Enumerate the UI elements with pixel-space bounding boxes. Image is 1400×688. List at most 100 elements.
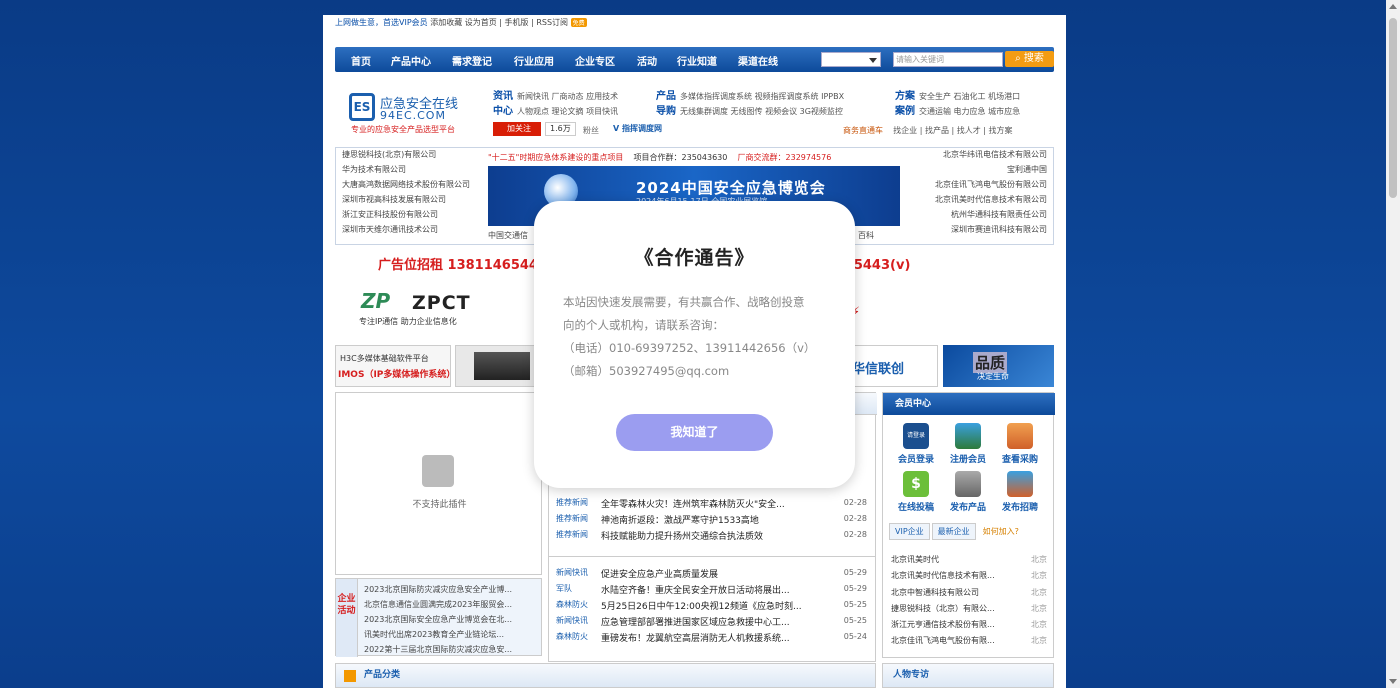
- category-links[interactable]: 交通运输 电力应急 城市应急: [919, 107, 1020, 116]
- scroll-down-icon[interactable]: [1389, 679, 1397, 684]
- category-links[interactable]: 无线集群调度 无线图传 视频会议 3G视频监控: [680, 107, 843, 116]
- news-row[interactable]: 新闻快讯 应急管理部部署推进国家区域应急救援中心工... 05-25: [556, 615, 867, 628]
- acknowledge-button[interactable]: 我知道了: [616, 414, 773, 451]
- list-item[interactable]: 北京讯美时代 北京: [891, 552, 1047, 568]
- news-title[interactable]: 科技赋能助力提升扬州交通综合执法质效: [601, 529, 837, 542]
- company-link[interactable]: 深圳市赛迪讯科技有限公司: [935, 222, 1047, 237]
- news-row[interactable]: 新闻快讯 促进安全应急产业高质量发展 05-29: [556, 567, 867, 580]
- category-links[interactable]: 人物观点 理论文摘 项目快讯: [517, 107, 618, 116]
- h3c-ad[interactable]: H3C多媒体基础软件平台 IMOS（IP多媒体操作系统）: [335, 345, 455, 387]
- favorite-link[interactable]: 添加收藏: [430, 18, 462, 27]
- tab-new[interactable]: 最新企业: [931, 523, 976, 540]
- member-center: 会员中心 请登录 会员登录 注册会员 查看采购 $ 在线投稿 发布产品 发布招聘 V…: [882, 392, 1055, 658]
- news-title[interactable]: 5月25日26日中午12:00央视12频道《应急时刻...: [601, 599, 837, 612]
- nav-industry[interactable]: 行业应用: [514, 53, 554, 68]
- company-link[interactable]: 捷思锐科技(北京)有限公司: [342, 147, 470, 162]
- company-name[interactable]: 浙江元亨通信技术股份有限...: [891, 620, 995, 629]
- nav-home[interactable]: 首页: [351, 53, 371, 68]
- company-name[interactable]: 北京讯美时代: [891, 555, 939, 564]
- list-item[interactable]: 北京讯美时代信息技术有限... 北京: [891, 568, 1047, 584]
- category-guide[interactable]: 导购 无线集群调度 无线图传 视频会议 3G视频监控: [656, 102, 843, 117]
- scroll-thumb[interactable]: [1389, 18, 1397, 198]
- category-product[interactable]: 产品 多媒体指挥调度系统 视频指挥调度系统 IPPBX: [656, 87, 844, 102]
- category-links[interactable]: 安全生产 石油化工 机场港口: [919, 92, 1020, 101]
- ad-link[interactable]: 百科: [858, 230, 874, 241]
- news-row[interactable]: 推荐新闻 全年零森林火灾！连州筑牢森林防灭火"安全... 02-28: [556, 497, 867, 510]
- category-news[interactable]: 资讯 新闻快讯 厂商动态 应用技术: [493, 87, 618, 102]
- company-link[interactable]: 深圳市天维尔通讯技术公司: [342, 222, 470, 237]
- tab-join[interactable]: 如何加入?: [978, 524, 1024, 539]
- news-row[interactable]: 推荐新闻 科技赋能助力提升扬州交通综合执法质效 02-28: [556, 529, 867, 542]
- list-item[interactable]: 浙江元亨通信技术股份有限... 北京: [891, 617, 1047, 633]
- view-purchase-button[interactable]: 查看采购: [995, 423, 1045, 465]
- search-button[interactable]: ⌕ 搜索: [1005, 51, 1054, 67]
- list-item[interactable]: 北京中智通科技有限公司 北京: [891, 585, 1047, 601]
- category-links[interactable]: 新闻快讯 厂商动态 应用技术: [517, 92, 618, 101]
- rss-link[interactable]: RSS订阅: [536, 18, 568, 27]
- list-item[interactable]: 捷思锐科技（北京）有限公... 北京: [891, 601, 1047, 617]
- quality-ad[interactable]: 品质 决定生命: [943, 345, 1054, 387]
- nav-events[interactable]: 活动: [637, 53, 657, 68]
- search-category-select[interactable]: [821, 52, 881, 67]
- news-title[interactable]: 全年零森林火灾！连州筑牢森林防灭火"安全...: [601, 497, 837, 510]
- list-item[interactable]: 讯美时代出席2023教育全产业链论坛...: [364, 627, 534, 642]
- nav-products[interactable]: 产品中心: [391, 53, 431, 68]
- nav-demand[interactable]: 需求登记: [452, 53, 492, 68]
- tab-vip[interactable]: VIP企业: [889, 523, 930, 540]
- list-item[interactable]: 北京佳讯飞鸿电气股份有限... 北京: [891, 633, 1047, 649]
- category-solution[interactable]: 方案 安全生产 石油化工 机场港口: [895, 87, 1020, 102]
- homepage-link[interactable]: 设为首页: [465, 18, 497, 27]
- device-ad[interactable]: [455, 345, 545, 387]
- company-name[interactable]: 北京讯美时代信息技术有限...: [891, 571, 995, 580]
- company-name[interactable]: 北京中智通科技有限公司: [891, 588, 979, 597]
- publish-product-button[interactable]: 发布产品: [943, 471, 993, 513]
- nav-enterprise[interactable]: 企业专区: [575, 53, 615, 68]
- nav-channel[interactable]: 渠道在线: [738, 53, 778, 68]
- ad-link[interactable]: 中国交通信: [488, 230, 528, 241]
- company-link[interactable]: 北京讯美时代信息技术有限公司: [935, 192, 1047, 207]
- list-item[interactable]: 北京信息通信业圆满完成2023年服贸会...: [364, 597, 534, 612]
- vip-link[interactable]: 上网做生意，首选VIP会员: [335, 18, 428, 27]
- register-icon: [955, 423, 981, 449]
- news-row[interactable]: 推荐新闻 神池南折返段：激战严寒守护1533高地 02-28: [556, 513, 867, 526]
- scroll-up-icon[interactable]: [1389, 4, 1397, 9]
- category-case[interactable]: 案例 交通运输 电力应急 城市应急: [895, 102, 1020, 117]
- news-row[interactable]: 森林防火 重磅发布！龙翼航空高层消防无人机救援系统... 05-24: [556, 631, 867, 644]
- submit-article-button[interactable]: $ 在线投稿: [891, 471, 941, 513]
- headline-link[interactable]: "十二五"时期应急体系建设的重点项目: [488, 153, 623, 162]
- list-item[interactable]: 2023北京国际安全应急产业博览会在北...: [364, 612, 534, 627]
- news-row[interactable]: 军队 水陆空齐备！重庆全民安全开放日活动将展出... 05-29: [556, 583, 867, 596]
- member-register-button[interactable]: 注册会员: [943, 423, 993, 465]
- publish-job-button[interactable]: 发布招聘: [995, 471, 1045, 513]
- company-link[interactable]: 杭州华通科技有限责任公司: [935, 207, 1047, 222]
- news-title[interactable]: 促进安全应急产业高质量发展: [601, 567, 837, 580]
- business-items[interactable]: 找企业 | 找产品 | 找人才 | 找方案: [893, 126, 1012, 135]
- mobile-link[interactable]: 手机版: [505, 18, 529, 27]
- page-scrollbar[interactable]: [1386, 0, 1400, 688]
- list-item[interactable]: 2022第十三届北京国际防灾减灾应急安...: [364, 642, 534, 657]
- business-highlight[interactable]: 商务直通车: [843, 126, 883, 135]
- news-row[interactable]: 森林防火 5月25日26日中午12:00央视12频道《应急时刻... 05-25: [556, 599, 867, 612]
- nav-knowledge[interactable]: 行业知道: [677, 53, 717, 68]
- weibo-follow-button[interactable]: 加关注: [493, 122, 541, 136]
- category-center[interactable]: 中心 人物观点 理论文摘 项目快讯: [493, 102, 618, 117]
- company-name[interactable]: 北京佳讯飞鸿电气股份有限...: [891, 636, 995, 645]
- search-input[interactable]: 请输入关键词: [893, 52, 1003, 67]
- news-title[interactable]: 水陆空齐备！重庆全民安全开放日活动将展出...: [601, 583, 837, 596]
- company-link[interactable]: 华为技术有限公司: [342, 162, 470, 177]
- category-links[interactable]: 多媒体指挥调度系统 视频指挥调度系统 IPPBX: [680, 92, 844, 101]
- list-item[interactable]: 2023北京国际防灾减灾应急安全产业博...: [364, 582, 534, 597]
- news-title[interactable]: 重磅发布！龙翼航空高层消防无人机救援系统...: [601, 631, 837, 644]
- company-link[interactable]: 浙江安正科技股份有限公司: [342, 207, 470, 222]
- news-title[interactable]: 神池南折返段：激战严寒守护1533高地: [601, 513, 837, 526]
- company-link[interactable]: 大唐高鸿数据网络技术股份有限公司: [342, 177, 470, 192]
- zhihui-link[interactable]: V 指挥调度网: [613, 123, 662, 134]
- company-link[interactable]: 深圳市视高科技发展有限公司: [342, 192, 470, 207]
- company-link[interactable]: 北京佳讯飞鸿电气股份有限公司: [935, 177, 1047, 192]
- huaxin-ad[interactable]: 华信联创: [843, 345, 938, 387]
- company-link[interactable]: 北京华纬讯电信技术有限公司: [935, 147, 1047, 162]
- company-link[interactable]: 宝利通中国: [935, 162, 1047, 177]
- news-title[interactable]: 应急管理部部署推进国家区域应急救援中心工...: [601, 615, 837, 628]
- company-name[interactable]: 捷思锐科技（北京）有限公...: [891, 604, 995, 613]
- member-login-button[interactable]: 请登录 会员登录: [891, 423, 941, 465]
